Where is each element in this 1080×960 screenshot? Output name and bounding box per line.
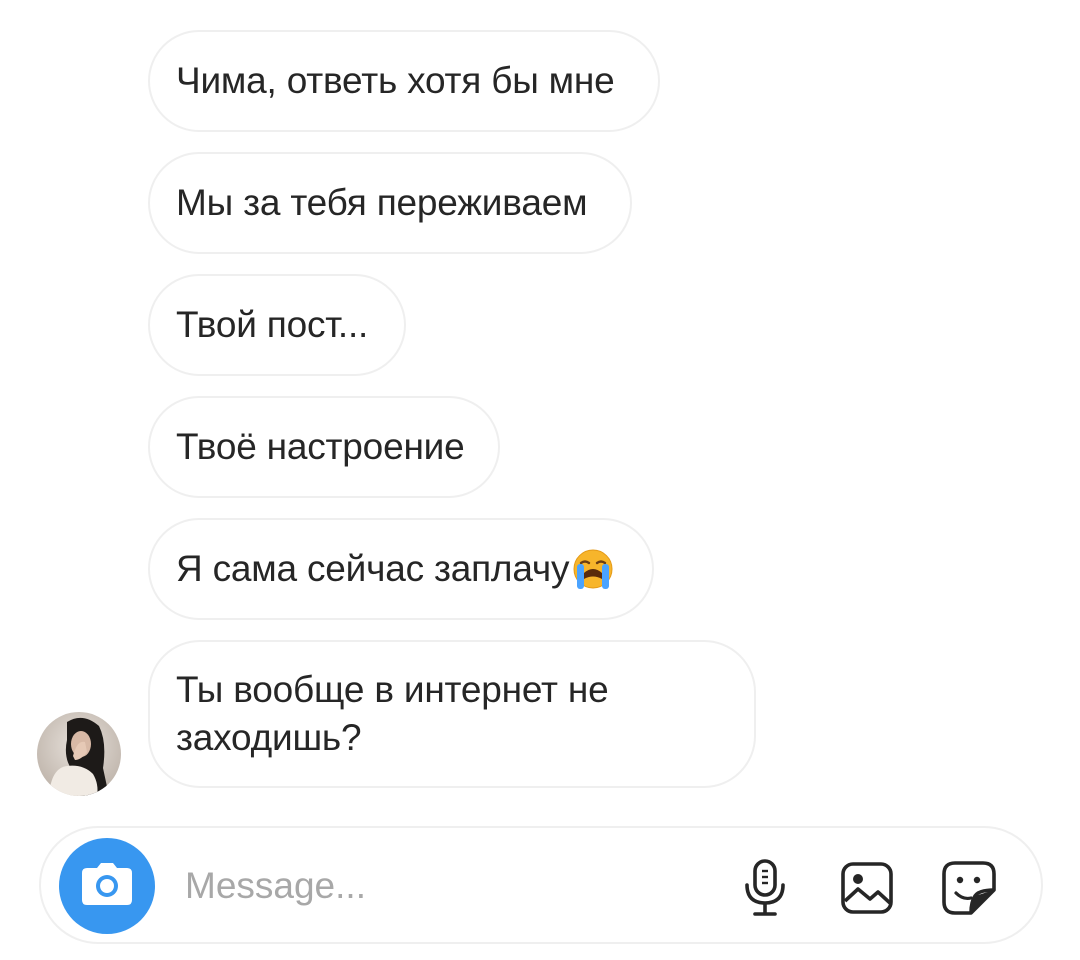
camera-button[interactable] [59, 838, 155, 934]
message-bubble-4[interactable]: Твоё настроение [148, 396, 500, 498]
microphone-icon [743, 858, 787, 922]
message-bubble-2[interactable]: Мы за тебя переживаем [148, 152, 632, 254]
message-bubble-1[interactable]: Чима, ответь хотя бы мне [148, 30, 660, 132]
sender-avatar[interactable] [37, 712, 121, 796]
message-input[interactable] [185, 858, 725, 914]
message-text: Твоё настроение [176, 426, 465, 467]
message-text: Чима, ответь хотя бы мне [176, 60, 615, 101]
message-bubble-3[interactable]: Твой пост... [148, 274, 406, 376]
message-text-line: заходишь? [176, 717, 362, 758]
message-bubble-6[interactable]: Ты вообще в интернет не заходишь? [148, 640, 756, 788]
message-text: Твой пост... [176, 304, 369, 345]
microphone-button[interactable] [738, 858, 792, 922]
crying-face-emoji-icon [571, 547, 615, 591]
message-bubble-5[interactable]: Я сама сейчас заплачу [148, 518, 654, 620]
message-text: Мы за тебя переживаем [176, 182, 588, 223]
gallery-icon [840, 861, 894, 920]
message-text-line: Ты вообще в интернет не [176, 669, 609, 710]
message-text: Я сама сейчас заплачу [176, 548, 570, 589]
gallery-button[interactable] [840, 861, 894, 919]
message-text: Ты вообще в интернет не заходишь? [176, 666, 609, 762]
sticker-icon [941, 860, 997, 921]
camera-icon [81, 862, 133, 911]
message-composer [39, 826, 1043, 944]
sticker-button[interactable] [941, 860, 997, 921]
dm-thread-screen: Чима, ответь хотя бы мне Мы за тебя пере… [0, 0, 1080, 960]
